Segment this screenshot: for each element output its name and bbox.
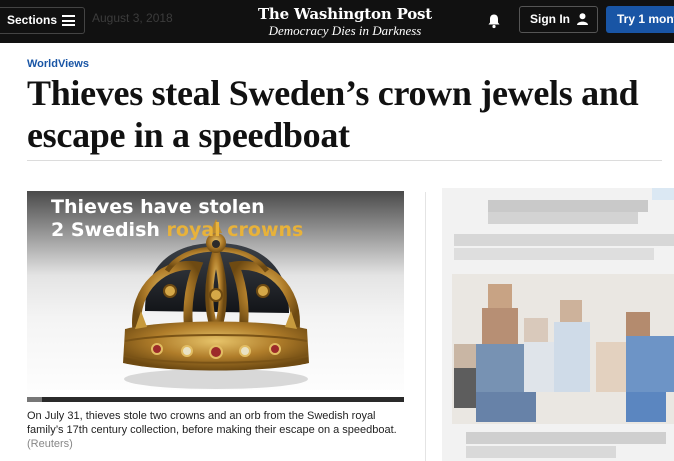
caption-credit: (Reuters) [27,438,73,450]
video-caption: On July 31, thieves stole two crowns and… [27,409,397,451]
ad-pixel [466,446,616,458]
video-progress-fill [27,397,43,402]
ad-pixel [454,344,476,368]
ad-pixel [626,312,650,336]
faded-date: August 3, 2018 [92,11,173,25]
hamburger-icon [62,15,75,26]
masthead-logo[interactable]: The Washington Post Democracy Dies in Da… [245,5,445,38]
ad-pixel [596,342,626,392]
caption-text: On July 31, thieves stole two crowns and… [27,410,397,436]
ad-pixel [476,344,524,392]
sign-in-label: Sign In [530,12,570,26]
headline-divider [27,160,662,161]
ad-pixel [454,234,674,246]
video-overlay-title: Thieves have stolen 2 Swedish royal crow… [51,196,303,242]
sections-label: Sections [7,13,58,27]
sign-in-button[interactable]: Sign In [519,6,598,33]
masthead-title: The Washington Post [257,5,433,23]
section-kicker-link[interactable]: WorldViews [27,58,89,70]
ad-pixel [466,432,666,444]
ad-pixel [626,336,674,392]
overlay-line-2: 2 Swedish royal crowns [51,219,303,242]
overlay-line-2-prefix: 2 Swedish [51,219,167,241]
ad-pixel [488,200,648,212]
ad-pixel [524,318,548,342]
top-navigation-bar: Sections August 3, 2018 The Washington P… [0,0,674,43]
ad-pixel [560,300,582,322]
ad-pixel [454,248,654,260]
ad-pixel [488,284,512,308]
overlay-line-1: Thieves have stolen [51,196,265,218]
ad-pixel [626,392,666,422]
ad-pixel [524,342,554,392]
subscribe-trial-button[interactable]: Try 1 month [606,6,674,33]
ad-pixel [454,368,476,408]
advertisement-blurred[interactable] [442,188,674,461]
video-progress-bar[interactable] [27,397,404,402]
ad-pixel [476,392,536,422]
ad-pixel [482,308,518,344]
sections-menu-button[interactable]: Sections [0,7,85,34]
video-player[interactable]: Thieves have stolen 2 Swedish royal crow… [27,191,404,402]
ad-pixel [554,322,590,392]
user-icon [577,13,588,25]
ad-pixel [488,212,638,224]
overlay-highlight-text: royal crowns [166,219,304,241]
masthead-tagline: Democracy Dies in Darkness [268,23,422,38]
ad-pixel [652,188,674,200]
article-headline: Thieves steal Sweden’s crown jewels and … [27,73,639,155]
bell-icon[interactable] [487,13,501,29]
column-divider [425,192,426,461]
